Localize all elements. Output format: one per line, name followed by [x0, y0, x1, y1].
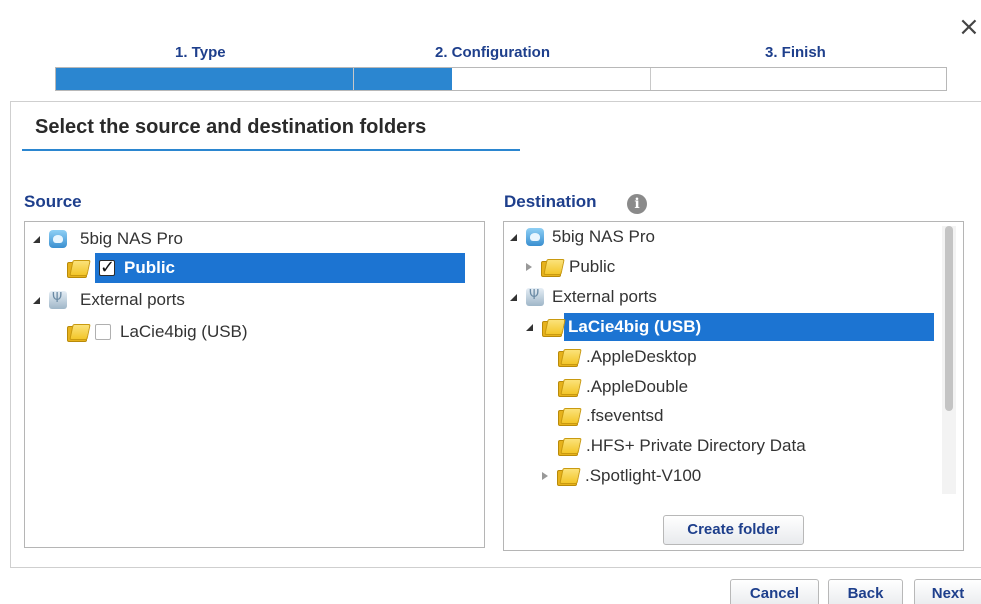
dest-tree-node-lacie[interactable]: LaCie4big (USB): [526, 313, 934, 341]
node-label: 5big NAS Pro: [80, 229, 183, 248]
folder-icon: [67, 324, 87, 342]
node-label: LaCie4big (USB): [564, 313, 934, 341]
expand-toggle-icon[interactable]: [510, 293, 517, 301]
dest-tree-node-fseventsd[interactable]: .fseventsd: [558, 403, 664, 429]
back-button[interactable]: Back: [828, 579, 903, 604]
lacie-checkbox[interactable]: [95, 324, 111, 340]
dest-tree-node-external-ports[interactable]: External ports: [510, 284, 657, 310]
node-label: .fseventsd: [586, 406, 664, 425]
node-label: .HFS+ Private Directory Data: [586, 436, 806, 455]
create-folder-button[interactable]: Create folder: [663, 515, 804, 545]
info-icon[interactable]: i: [627, 194, 647, 214]
expand-toggle-icon[interactable]: [33, 296, 40, 304]
folder-icon: [557, 468, 577, 486]
dest-tree-node-spotlight[interactable]: .Spotlight-V100: [542, 463, 701, 489]
folder-icon: [67, 260, 87, 278]
node-label: External ports: [552, 287, 657, 306]
expand-toggle-icon[interactable]: [526, 323, 533, 331]
usb-icon: [49, 291, 67, 309]
node-label: Public: [124, 258, 176, 277]
source-tree: 5big NAS Pro Public External ports LaCie…: [24, 221, 485, 548]
folder-icon: [541, 259, 561, 277]
folder-icon: [558, 379, 578, 397]
scrollbar-thumb[interactable]: [945, 226, 953, 411]
folder-icon: [558, 349, 578, 367]
node-label: External ports: [80, 290, 185, 309]
destination-label: Destination: [504, 192, 597, 211]
wizard-progress-bar: [55, 67, 947, 91]
destination-tree: 5big NAS Pro Public External ports LaCie…: [503, 221, 964, 551]
expand-toggle-icon[interactable]: [542, 472, 548, 480]
source-label: Source: [24, 192, 82, 211]
dest-tree-node-appledesktop[interactable]: .AppleDesktop: [558, 344, 697, 370]
dest-tree-node-public[interactable]: Public: [526, 254, 615, 280]
usb-icon: [526, 288, 544, 306]
expand-toggle-icon[interactable]: [526, 263, 532, 271]
dest-tree-node-hfs-private[interactable]: .HFS+ Private Directory Data: [558, 433, 806, 459]
step-2-label: 2. Configuration: [435, 44, 550, 61]
progress-segment-configuration: [354, 68, 650, 90]
node-label: Public: [569, 257, 616, 276]
dest-tree-node-nas[interactable]: 5big NAS Pro: [510, 224, 655, 250]
node-label: .AppleDouble: [586, 377, 689, 396]
nas-icon: [49, 230, 67, 248]
step-1-label: 1. Type: [175, 44, 226, 61]
expand-toggle-icon[interactable]: [33, 235, 40, 243]
folder-icon: [558, 408, 578, 426]
public-checkbox[interactable]: [99, 257, 115, 278]
source-tree-node-public[interactable]: Public: [67, 253, 465, 283]
node-label: LaCie4big (USB): [120, 322, 248, 341]
panel-title: Select the source and destination folder…: [35, 116, 427, 138]
wizard-steps: 1. Type 2. Configuration 3. Finish: [55, 42, 947, 92]
progress-segment-type: [56, 68, 353, 90]
next-button[interactable]: Next: [914, 579, 981, 604]
nas-icon: [526, 228, 544, 246]
cancel-button[interactable]: Cancel: [730, 579, 819, 604]
source-tree-node-external-ports[interactable]: External ports: [33, 287, 185, 313]
node-label: .AppleDesktop: [586, 347, 697, 366]
node-label: 5big NAS Pro: [552, 227, 655, 246]
progress-segment-finish: [651, 68, 946, 90]
node-label: .Spotlight-V100: [585, 466, 702, 485]
folder-icon: [558, 438, 578, 456]
source-tree-node-nas[interactable]: 5big NAS Pro: [33, 226, 183, 252]
close-icon[interactable]: ×: [958, 14, 980, 40]
folder-icon: [542, 319, 562, 337]
title-underline: [22, 149, 520, 151]
dest-tree-node-appledouble[interactable]: .AppleDouble: [558, 374, 688, 400]
step-3-label: 3. Finish: [765, 44, 826, 61]
source-tree-node-lacie[interactable]: LaCie4big (USB): [67, 319, 248, 345]
expand-toggle-icon[interactable]: [510, 233, 517, 241]
destination-scrollbar[interactable]: [942, 226, 956, 494]
